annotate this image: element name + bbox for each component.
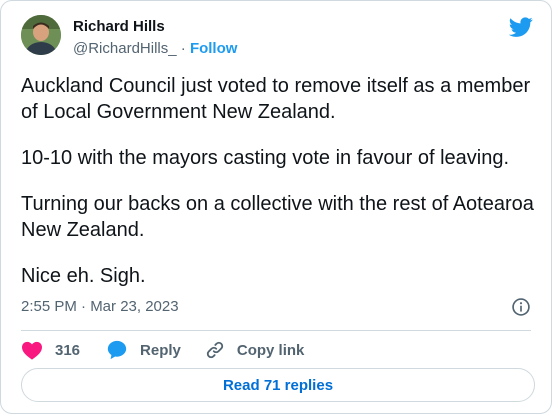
tweet-paragraph: Turning our backs on a collective with t… xyxy=(21,193,534,241)
divider xyxy=(21,330,531,331)
reply-bubble-icon xyxy=(107,340,127,360)
tweet-timestamp[interactable]: 2:55 PM · Mar 23, 2023 xyxy=(21,298,179,315)
author-handle-row: @RichardHills_ · Follow xyxy=(73,40,237,57)
copy-link-button[interactable]: Copy link xyxy=(205,340,305,360)
tweet-card: Richard Hills @RichardHills_ · Follow Au… xyxy=(0,0,552,414)
like-button[interactable]: 316 xyxy=(21,340,80,360)
heart-icon xyxy=(22,341,42,360)
like-count: 316 xyxy=(55,341,81,359)
separator-dot: · xyxy=(180,40,186,57)
follow-button[interactable]: Follow xyxy=(190,40,238,57)
twitter-bird-icon[interactable] xyxy=(509,15,533,39)
tweet-paragraph: 10-10 with the mayors casting vote in fa… xyxy=(21,147,510,169)
tweet-paragraph: Auckland Council just voted to remove it… xyxy=(21,75,531,123)
read-replies-button[interactable]: Read 71 replies xyxy=(21,368,535,402)
author-handle[interactable]: @RichardHills_ xyxy=(73,40,177,57)
author-name[interactable]: Richard Hills xyxy=(73,18,165,35)
action-bar: 316 Reply Copy link xyxy=(21,339,304,361)
copy-link-label: Copy link xyxy=(236,341,305,359)
tweet-paragraph: Nice eh. Sigh. xyxy=(21,265,146,287)
link-icon xyxy=(206,341,224,359)
avatar[interactable] xyxy=(21,15,61,55)
info-icon[interactable] xyxy=(511,297,531,317)
reply-label: Reply xyxy=(140,341,181,359)
avatar-image xyxy=(21,15,61,55)
tweet-text: Auckland Council just voted to remove it… xyxy=(21,73,535,309)
reply-button[interactable]: Reply xyxy=(106,339,181,361)
